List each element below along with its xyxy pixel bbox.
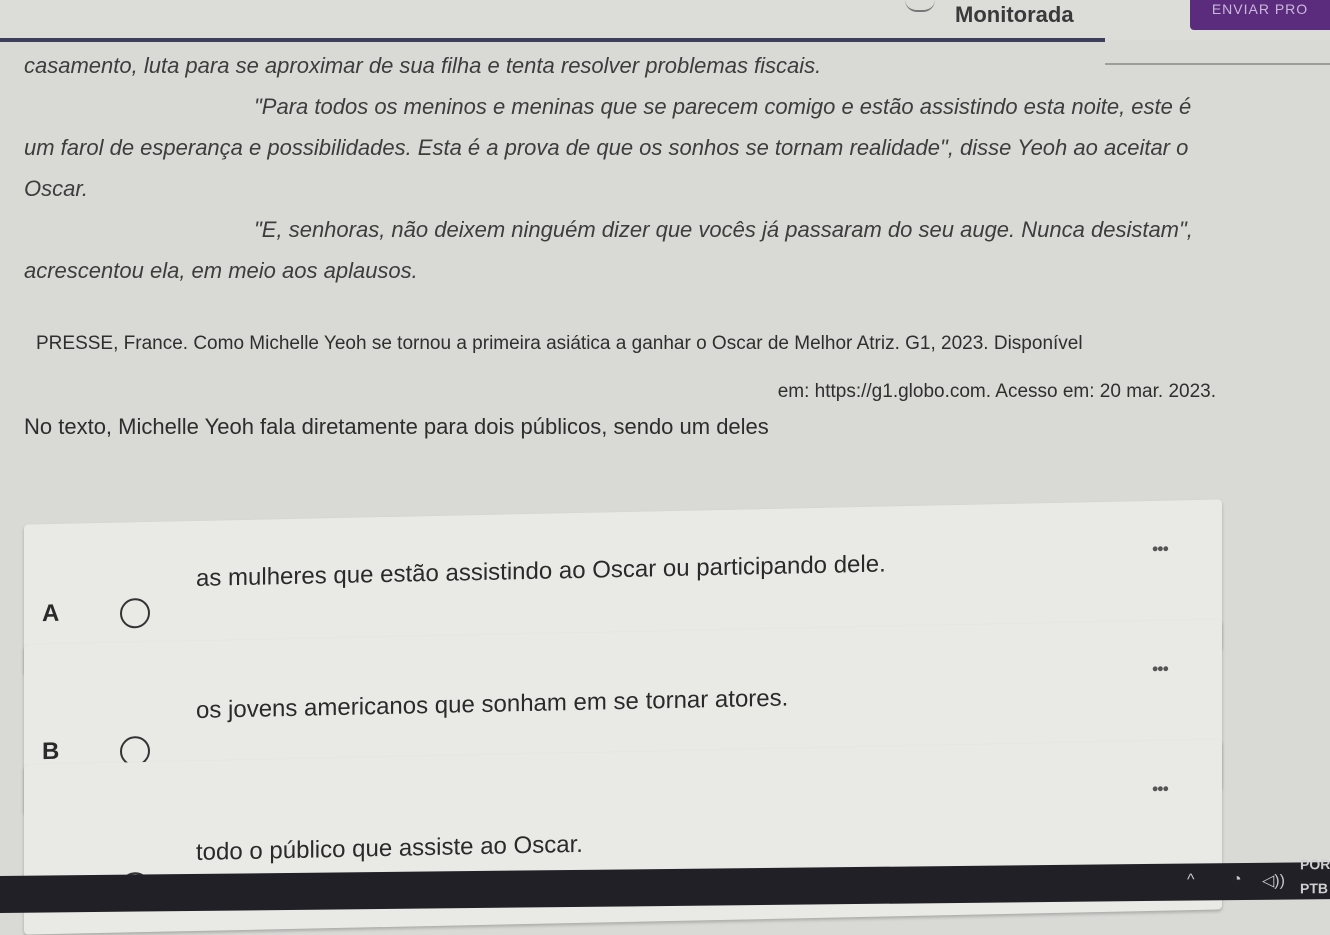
status-title: Monitorada bbox=[955, 2, 1074, 27]
source-line: em: https://g1.globo.com. Acesso em: 20 … bbox=[777, 381, 1216, 402]
passage-paragraph: "Para todos os meninos e meninas que se … bbox=[24, 94, 1192, 201]
timer-icon bbox=[905, 0, 935, 12]
wifi-icon[interactable]: ◔ bbox=[1232, 871, 1242, 889]
option-text: as mulheres que estão assistindo ao Osca… bbox=[196, 550, 886, 592]
radio-button[interactable] bbox=[120, 597, 150, 629]
passage-line: casamento, luta para se aproximar de sua… bbox=[24, 53, 822, 78]
source-citation: PRESSE, France. Como Michelle Yeoh se to… bbox=[36, 320, 1216, 416]
passage-text: casamento, luta para se aproximar de sua… bbox=[24, 45, 1224, 291]
speaker-icon[interactable]: ◁)) bbox=[1262, 871, 1285, 891]
progress-line bbox=[0, 38, 1105, 42]
option-letter: A bbox=[42, 599, 60, 628]
more-options-icon[interactable]: ••• bbox=[1152, 659, 1168, 680]
keyboard-layout[interactable]: PTB bbox=[1300, 880, 1328, 896]
top-bar: Monitorada ENVIAR PRO bbox=[0, 0, 1330, 40]
question-text: No texto, Michelle Yeoh fala diretamente… bbox=[24, 414, 769, 439]
option-text: todo o público que assiste ao Oscar. bbox=[196, 830, 583, 866]
source-line: PRESSE, France. Como Michelle Yeoh se to… bbox=[36, 333, 1083, 354]
send-button[interactable]: ENVIAR PRO bbox=[1190, 0, 1330, 30]
chevron-up-icon[interactable]: ^ bbox=[1187, 871, 1195, 889]
language-indicator[interactable]: POR bbox=[1300, 856, 1330, 872]
option-text: os jovens americanos que sonham em se to… bbox=[196, 684, 789, 724]
passage-paragraph: "E, senhoras, não deixem ninguém dizer q… bbox=[24, 217, 1193, 283]
more-options-icon[interactable]: ••• bbox=[1152, 779, 1168, 800]
more-options-icon[interactable]: ••• bbox=[1152, 539, 1168, 560]
option-letter: B bbox=[42, 737, 60, 766]
